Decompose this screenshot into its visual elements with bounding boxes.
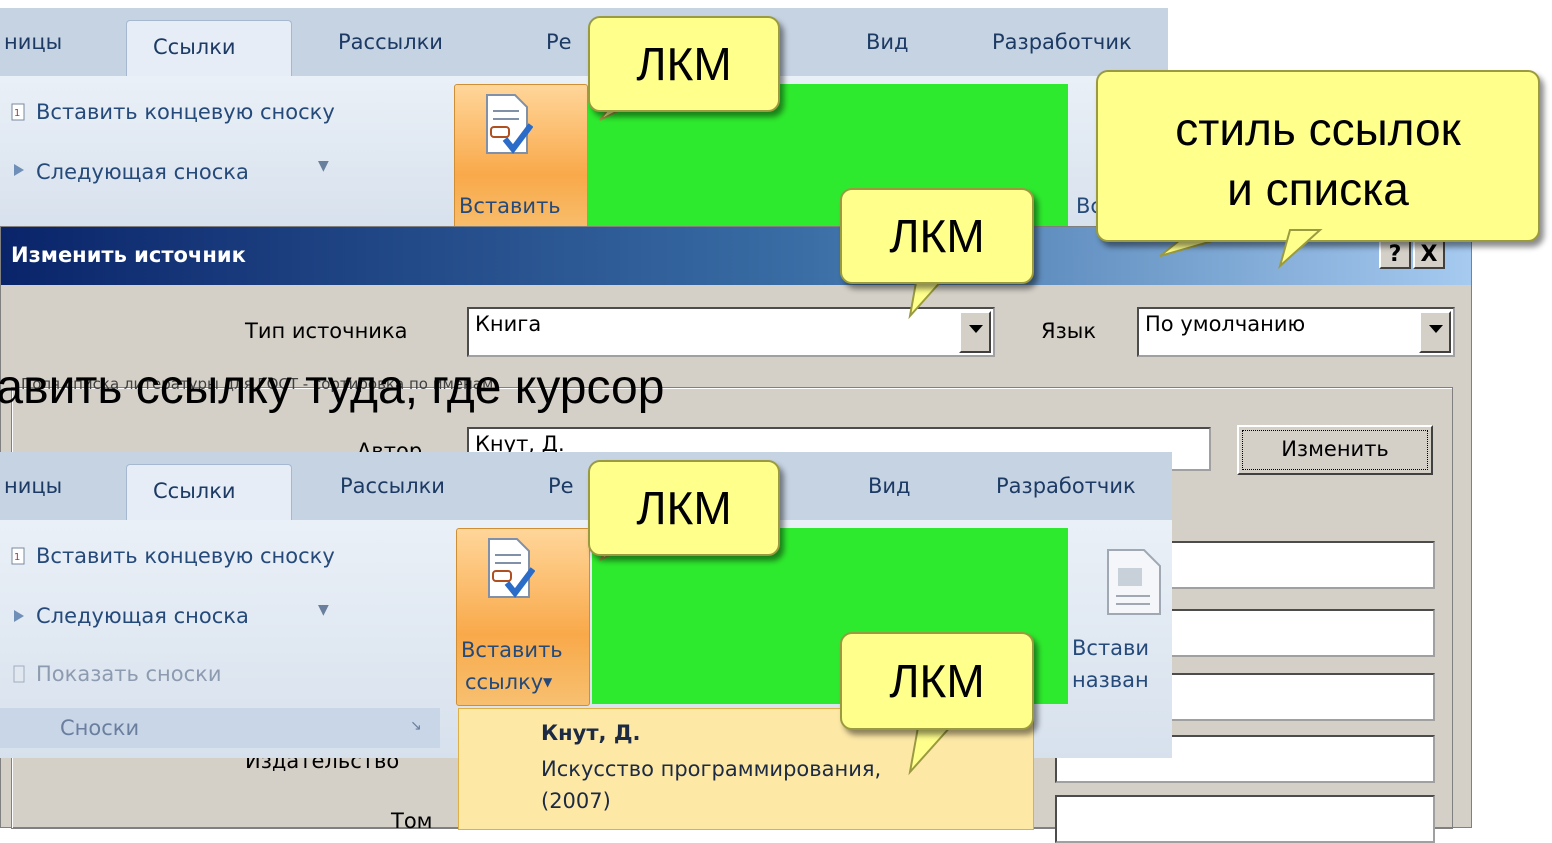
tab-references[interactable]: Ссылки (126, 464, 292, 521)
next-footnote-icon (14, 164, 24, 176)
insert-caption-label-1[interactable]: Встави (1072, 636, 1149, 660)
language-label: Язык (1041, 319, 1097, 343)
tab-references-label: Ссылки (153, 479, 236, 503)
callout-style-line-1: стиль ссылок (1175, 103, 1461, 155)
source-type-label: Тип источника (245, 319, 408, 343)
help-button[interactable]: ? (1379, 239, 1411, 269)
tab-view[interactable]: Вид (866, 30, 909, 54)
tab-developer[interactable]: Разработчик (992, 30, 1132, 54)
show-notes-icon (13, 665, 25, 683)
callout-lkm-3: ЛКМ (588, 460, 780, 556)
endnote-icon: 1 (11, 547, 25, 565)
insert-endnote-button[interactable]: Вставить концевую сноску (36, 100, 335, 124)
callout-lkm-2: ЛКМ (840, 188, 1034, 284)
tab-mailings[interactable]: Рассылки (340, 474, 445, 498)
dialog-title: Изменить источник (11, 243, 246, 267)
ribbon-tabbar-bottom: ницы Ссылки Рассылки Ре Вид Разработчик (0, 452, 1172, 521)
tab-pages[interactable]: ницы (4, 30, 62, 54)
close-button[interactable]: X (1413, 239, 1445, 269)
insert-caption-icon (1107, 549, 1161, 615)
callout-lkm-3-text: ЛКМ (636, 482, 732, 534)
callout-style-line-2: и списка (1227, 163, 1409, 215)
tab-references[interactable]: Ссылки (126, 20, 292, 77)
insert-citation-button[interactable]: Вставить ссылку ▼ (456, 528, 590, 706)
insert-citation-label-2: ссылку (465, 670, 544, 694)
insert-citation-button-top[interactable]: Вставить (454, 84, 588, 228)
callout-tail-3b (1278, 229, 1323, 270)
callout-lkm-1: ЛКМ (588, 16, 780, 112)
endnote-icon: 1 (11, 103, 25, 121)
next-footnote-dropdown-icon[interactable]: ▼ (318, 158, 329, 174)
insert-caption-label-2[interactable]: назван (1072, 668, 1149, 692)
source-type-value: Книга (475, 312, 542, 336)
next-footnote-icon (14, 610, 24, 622)
next-footnote-dropdown-icon[interactable]: ▼ (318, 602, 329, 618)
svg-text:1: 1 (14, 108, 20, 119)
tab-review[interactable]: Ре (546, 30, 572, 54)
show-notes-button[interactable]: Показать сноски (36, 662, 222, 686)
svg-text:1: 1 (14, 552, 20, 563)
language-dropdown-icon[interactable] (1419, 311, 1451, 353)
tab-review[interactable]: Ре (548, 474, 574, 498)
volume-label: Том (391, 809, 433, 833)
footnotes-group-title: Сноски (60, 716, 140, 740)
citation-title: Искусство программирования, (541, 757, 882, 781)
next-footnote-button[interactable]: Следующая сноска (36, 604, 249, 628)
edit-author-button[interactable]: Изменить (1237, 425, 1433, 475)
citation-year: (2007) (541, 789, 611, 813)
insert-citation-dropdown-icon[interactable]: ▼ (543, 675, 552, 689)
tab-mailings[interactable]: Рассылки (338, 30, 443, 54)
callout-lkm-4-text: ЛКМ (889, 655, 985, 707)
callout-lkm-2-text: ЛКМ (889, 210, 985, 262)
next-footnote-button[interactable]: Следующая сноска (36, 160, 249, 184)
field-row-8[interactable] (1055, 795, 1435, 843)
language-value: По умолчанию (1145, 312, 1306, 336)
dialog-launcher-icon[interactable]: ↘ (410, 718, 422, 734)
insert-endnote-button[interactable]: Вставить концевую сноску (36, 544, 335, 568)
tab-pages[interactable]: ницы (4, 474, 62, 498)
callout-lkm-4: ЛКМ (840, 632, 1034, 730)
language-select[interactable]: По умолчанию (1137, 307, 1455, 357)
citation-document-icon (488, 538, 535, 598)
insert-citation-label-top: Вставить (459, 194, 561, 218)
slide-body-text: бавить ссылку туда, где курсор (0, 361, 665, 414)
tab-view[interactable]: Вид (868, 474, 911, 498)
tab-references-label: Ссылки (153, 35, 236, 59)
ribbon-tabbar: ницы Ссылки Рассылки Ре Вид Разработчик (0, 8, 1168, 77)
callout-lkm-1-text: ЛКМ (636, 38, 732, 90)
footnotes-group-label: Сноски ↘ (0, 708, 440, 748)
callout-style: стиль ссылок и списка (1096, 70, 1540, 242)
tab-developer[interactable]: Разработчик (996, 474, 1136, 498)
citation-author: Кнут, Д. (541, 721, 641, 745)
citation-document-icon (486, 94, 533, 154)
